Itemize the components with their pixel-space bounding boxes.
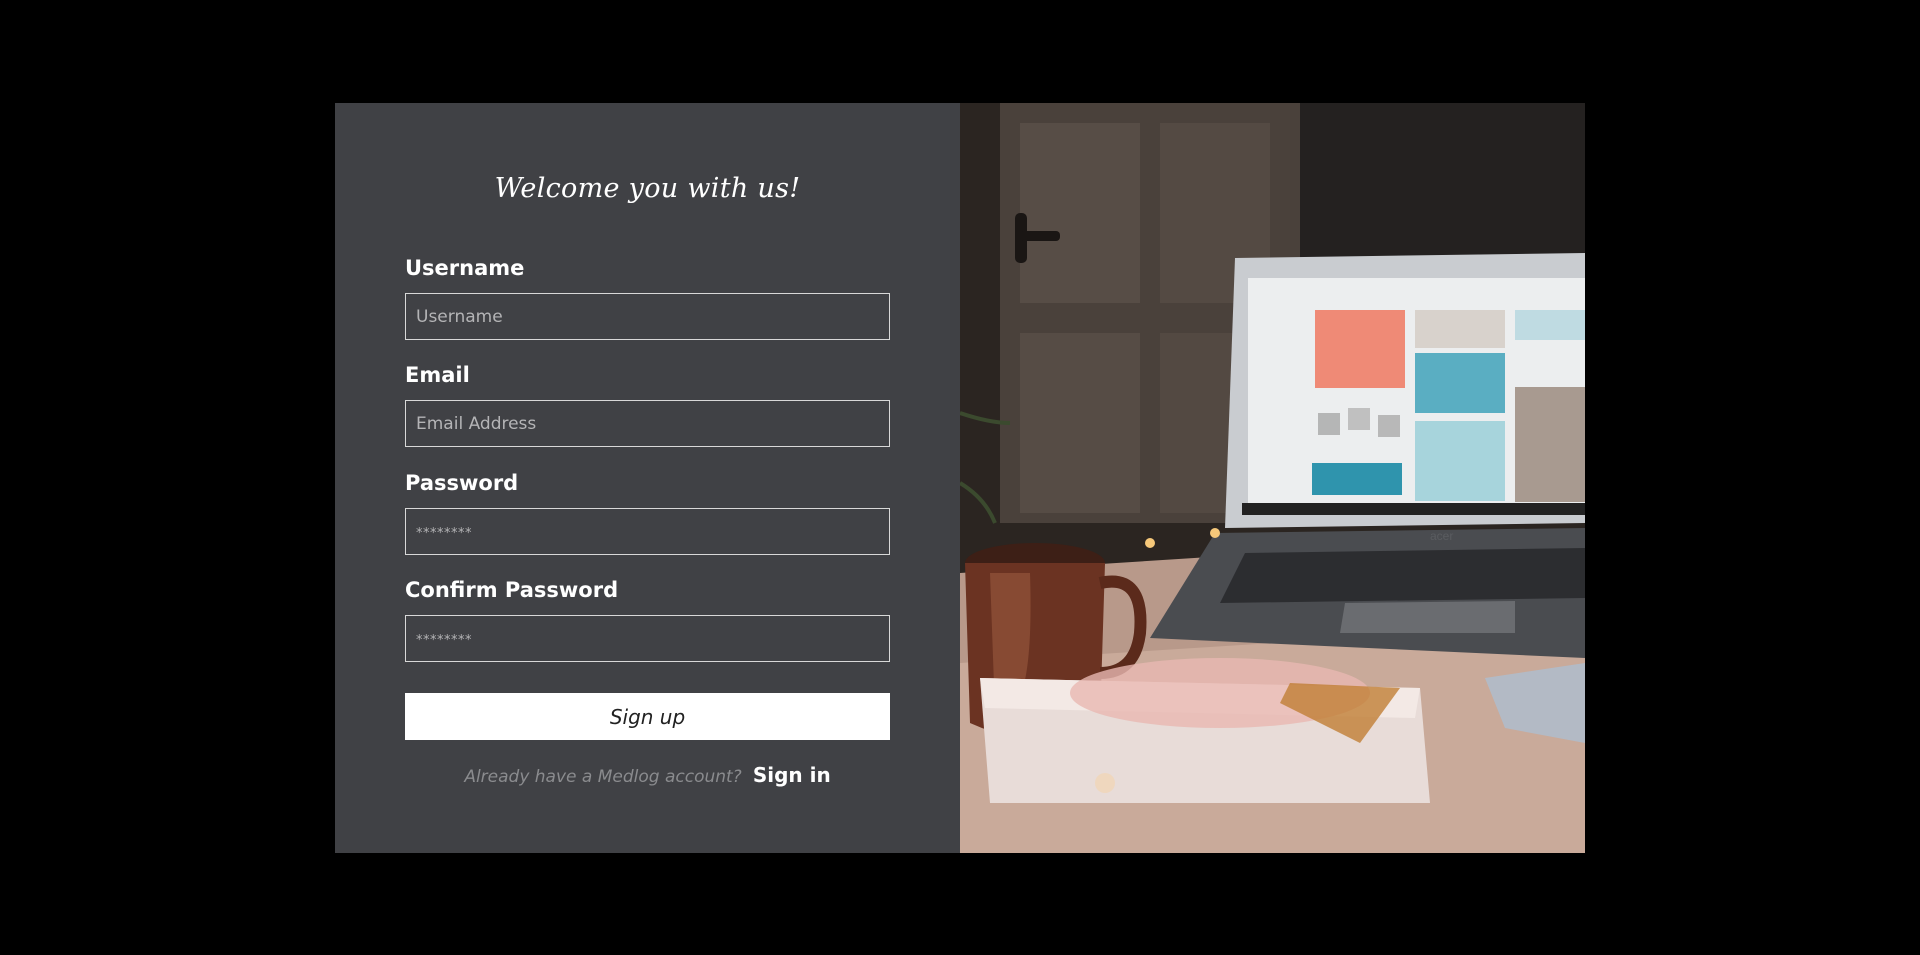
confirm-password-label: Confirm Password xyxy=(405,578,619,602)
confirm-password-input[interactable] xyxy=(405,615,890,662)
signin-row: Already have a Medlog account? Sign in xyxy=(335,763,960,787)
password-label: Password xyxy=(405,471,519,495)
signup-form-panel: Welcome you with us! Username Email Pass… xyxy=(335,103,960,853)
username-input[interactable] xyxy=(405,293,890,340)
signup-card: Welcome you with us! Username Email Pass… xyxy=(335,103,1585,853)
email-label: Email xyxy=(405,363,470,387)
password-input[interactable] xyxy=(405,508,890,555)
sign-up-button[interactable]: Sign up xyxy=(405,693,890,740)
sign-in-link[interactable]: Sign in xyxy=(753,763,831,787)
signin-prompt: Already have a Medlog account? xyxy=(464,767,742,787)
form-heading: Welcome you with us! xyxy=(494,173,801,204)
hero-photo: acer xyxy=(960,103,1585,853)
laptop-brand-text: acer xyxy=(1430,529,1453,543)
username-label: Username xyxy=(405,256,525,280)
desk-laptop-image: acer xyxy=(960,103,1585,853)
email-input[interactable] xyxy=(405,400,890,447)
